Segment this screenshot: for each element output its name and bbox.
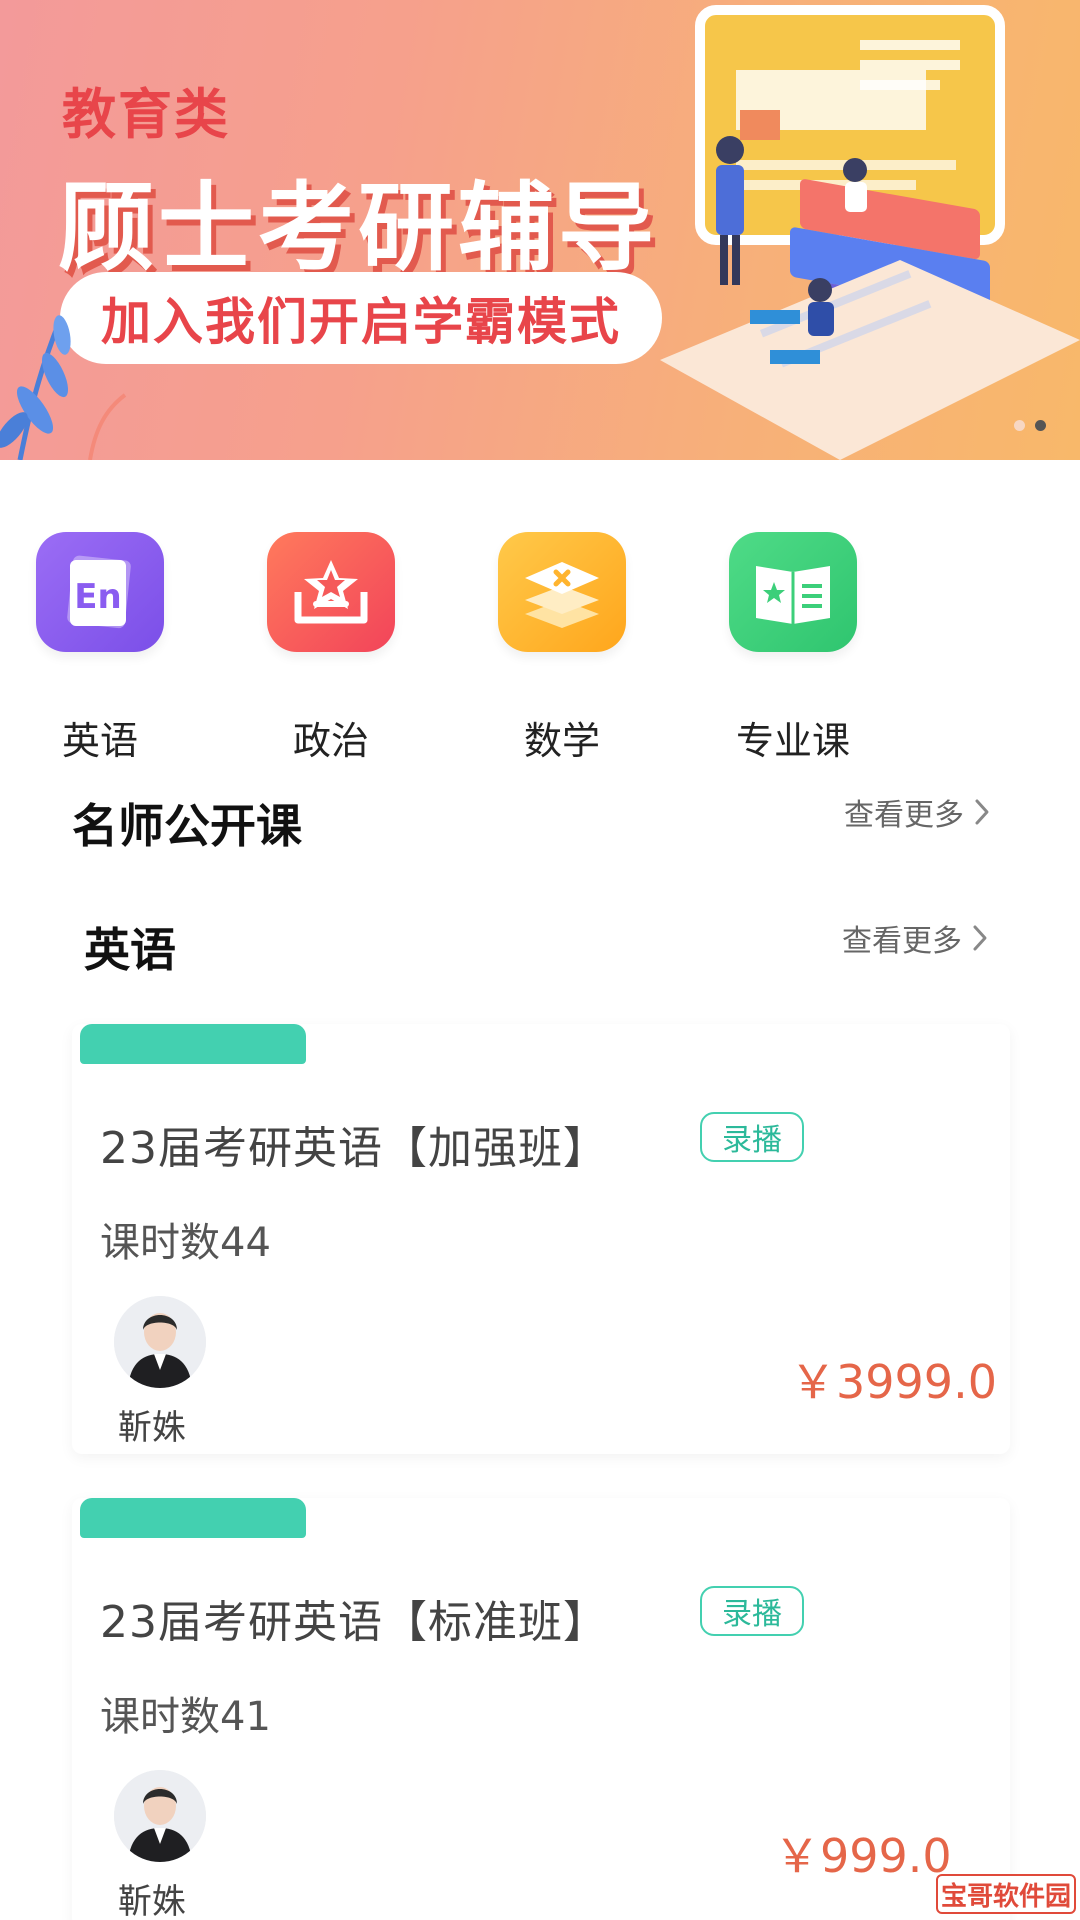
category-label: 数学 [523, 719, 600, 763]
course-price: ￥3999.0 [790, 1355, 997, 1409]
site-watermark: 宝哥软件园 [936, 1874, 1076, 1914]
category-politics[interactable]: 政治 [266, 532, 396, 765]
recorded-badge: 录播 [700, 1586, 804, 1636]
category-label: 专业课 [735, 719, 850, 763]
teacher-name: 靳姝 [118, 1408, 186, 1448]
carousel-dot-active[interactable] [1035, 420, 1046, 431]
svg-text:En: En [74, 577, 121, 617]
recorded-badge: 录播 [700, 1112, 804, 1162]
open-book-star-icon [729, 532, 857, 652]
category-label: 政治 [292, 719, 369, 763]
more-link-label: 查看更多 [844, 798, 964, 833]
course-hours: 课时数41 [100, 1694, 271, 1740]
study-illustration [660, 5, 1080, 460]
banner-slogan: 加入我们开启学霸模式 [60, 272, 662, 364]
carousel-indicator[interactable] [1014, 420, 1046, 431]
card-ribbon [80, 1024, 306, 1064]
english-book-icon: En [36, 532, 164, 652]
more-link-label: 查看更多 [842, 924, 962, 959]
teacher-avatar [114, 1296, 206, 1388]
english-more-link[interactable]: 查看更多 [842, 916, 988, 960]
category-english[interactable]: En 英语 [35, 532, 165, 765]
chevron-right-icon [975, 799, 989, 825]
english-section-title: 英语 [84, 923, 176, 977]
carousel-dot[interactable] [1014, 420, 1025, 431]
featured-more-link[interactable]: 查看更多 [844, 790, 990, 834]
course-title: 23届考研英语【加强班】 [100, 1123, 608, 1174]
featured-section-title: 名师公开课 [72, 799, 302, 853]
banner-headline: 顾士考研辅导 [58, 172, 658, 284]
category-math[interactable]: 数学 [497, 532, 627, 765]
card-ribbon [80, 1498, 306, 1538]
math-layers-icon [498, 532, 626, 652]
course-title: 23届考研英语【标准班】 [100, 1597, 608, 1648]
course-card[interactable]: 23届考研英语【加强班】 录播 课时数44 靳姝 ￥3999.0 [72, 1024, 1010, 1454]
promo-banner[interactable]: 教育类 顾士考研辅导 加入我们开启学霸模式 [0, 0, 1080, 460]
chevron-right-icon [973, 925, 987, 951]
banner-tag: 教育类 [62, 83, 230, 146]
course-card[interactable]: 23届考研英语【标准班】 录播 课时数41 靳姝 ￥999.0 [72, 1498, 1010, 1920]
teacher-avatar [114, 1770, 206, 1862]
category-major[interactable]: 专业课 [728, 532, 858, 765]
star-tray-icon [267, 532, 395, 652]
category-label: 英语 [61, 719, 138, 763]
course-hours: 课时数44 [100, 1220, 271, 1266]
teacher-name: 靳姝 [118, 1882, 186, 1920]
leaf-decoration-icon [0, 315, 127, 460]
